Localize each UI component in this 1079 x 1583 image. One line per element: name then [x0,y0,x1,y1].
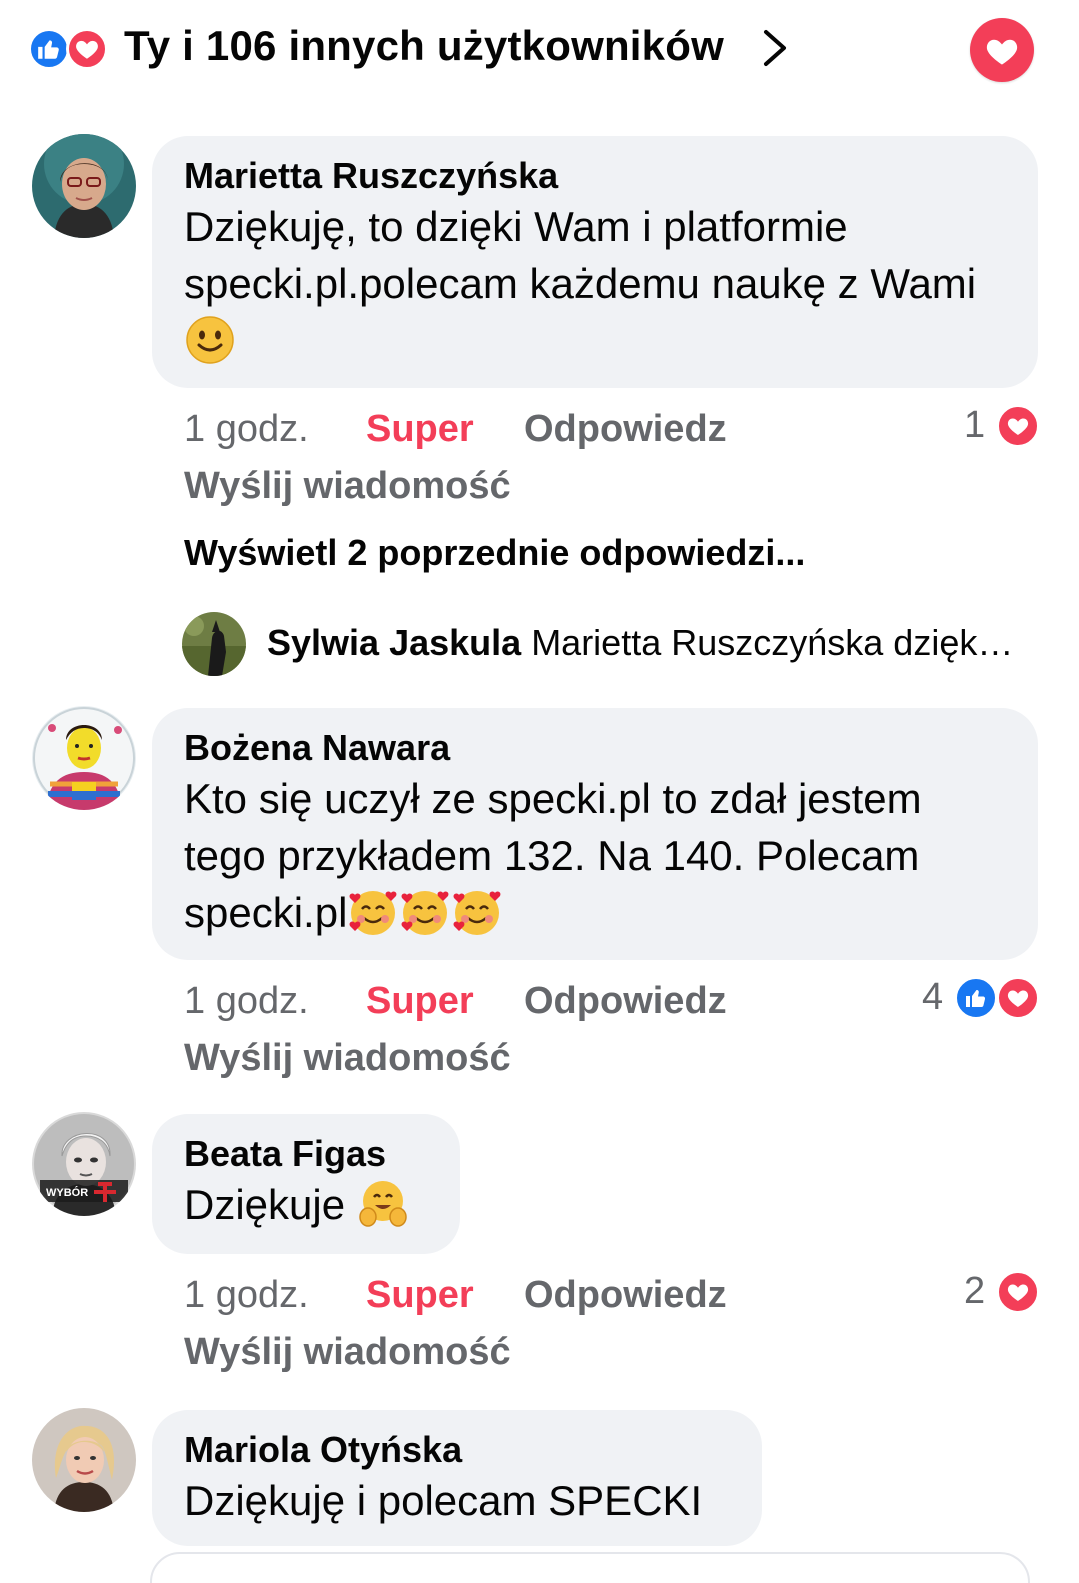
react-button[interactable]: Super [366,408,474,451]
comment-author[interactable]: Beata Figas [184,1132,428,1176]
comment-timestamp[interactable]: 1 godz. [184,408,309,451]
reaction-count[interactable]: 4 [918,976,1040,1024]
love-icon [996,1270,1040,1314]
comment-actions: 1 godz. Super Odpowiedz Wyślij wiadomość [184,980,784,1090]
comment-timestamp[interactable]: 1 godz. [184,980,309,1023]
comment-text: Kto się uczył ze specki.pl to zdał jeste… [184,775,922,936]
reply-button[interactable]: Odpowiedz [524,1274,727,1317]
comment-actions: 1 godz. Super Odpowiedz Wyślij wiadomość [184,1274,784,1384]
reactions-header[interactable]: Ty i 106 innych użytkowników [0,0,1079,100]
avatar[interactable]: WYBÓR [32,1112,136,1216]
react-button[interactable]: Super [366,1274,474,1317]
avatar[interactable] [32,134,136,238]
smiling-face-with-hearts-emoji [399,885,451,937]
comment-author[interactable]: Marietta Ruszczyńska [184,154,1006,198]
comment-author[interactable]: Mariola Otyńska [184,1428,730,1472]
love-reaction-button[interactable] [970,18,1034,82]
send-message-button[interactable]: Wyślij wiadomość [184,1037,511,1080]
comment-text: Dziękuje [184,1181,346,1228]
reaction-count[interactable]: 2 [960,1270,1040,1318]
comment-bubble: Marietta Ruszczyńska Dziękuję, to dzięki… [152,136,1038,388]
reactions-summary-text[interactable]: Ty i 106 innych użytkowników [124,22,724,70]
reaction-count-number: 1 [964,404,986,446]
react-button[interactable]: Super [366,980,474,1023]
comment-bubble: Mariola Otyńska Dziękuję i polecam SPECK… [152,1410,762,1546]
comment-text: Dziękuję, to dzięki Wam i platformie spe… [184,203,977,307]
slightly-smiling-face-emoji [184,313,236,365]
view-previous-replies-link[interactable]: Wyświetl 2 poprzednie odpowiedzi... [184,532,805,574]
heart-icon [986,39,1018,65]
avatar[interactable] [182,612,246,676]
comment-bubble: Bożena Nawara Kto się uczył ze specki.pl… [152,708,1038,960]
reply-text: Marietta Ruszczyńska dzięk… [531,622,1014,663]
next-comment-bubble [150,1552,1030,1583]
smiling-face-with-hearts-emoji [451,885,503,937]
hugging-face-emoji [357,1177,409,1229]
send-message-button[interactable]: Wyślij wiadomość [184,1331,511,1374]
smiling-face-with-hearts-emoji [347,885,399,937]
chevron-right-icon[interactable] [758,26,792,70]
comment-timestamp[interactable]: 1 godz. [184,1274,309,1317]
reaction-summary-icons [28,28,114,70]
reply-preview[interactable]: Sylwia Jaskula Marietta Ruszczyńska dzię… [182,612,1042,676]
reply-author[interactable]: Sylwia Jaskula [267,622,521,663]
reply-button[interactable]: Odpowiedz [524,980,727,1023]
comment-bubble: Beata Figas Dziękuje [152,1114,460,1254]
avatar[interactable] [32,706,136,810]
send-message-button[interactable]: Wyślij wiadomość [184,465,511,508]
comment-author[interactable]: Bożena Nawara [184,726,1006,770]
avatar[interactable] [32,1408,136,1512]
like-icon [954,976,998,1020]
svg-text:WYBÓR: WYBÓR [46,1186,88,1199]
reply-button[interactable]: Odpowiedz [524,408,727,451]
comment-text: Dziękuję i polecam SPECKI [184,1477,703,1524]
like-icon [28,28,70,70]
love-icon [996,976,1040,1020]
love-icon [66,28,108,70]
reaction-count-number: 2 [964,1270,986,1312]
reaction-count[interactable]: 1 [960,404,1040,452]
comment-actions: 1 godz. Super Odpowiedz Wyślij wiadomość [184,408,784,518]
love-icon [996,404,1040,448]
reaction-count-number: 4 [922,976,944,1018]
